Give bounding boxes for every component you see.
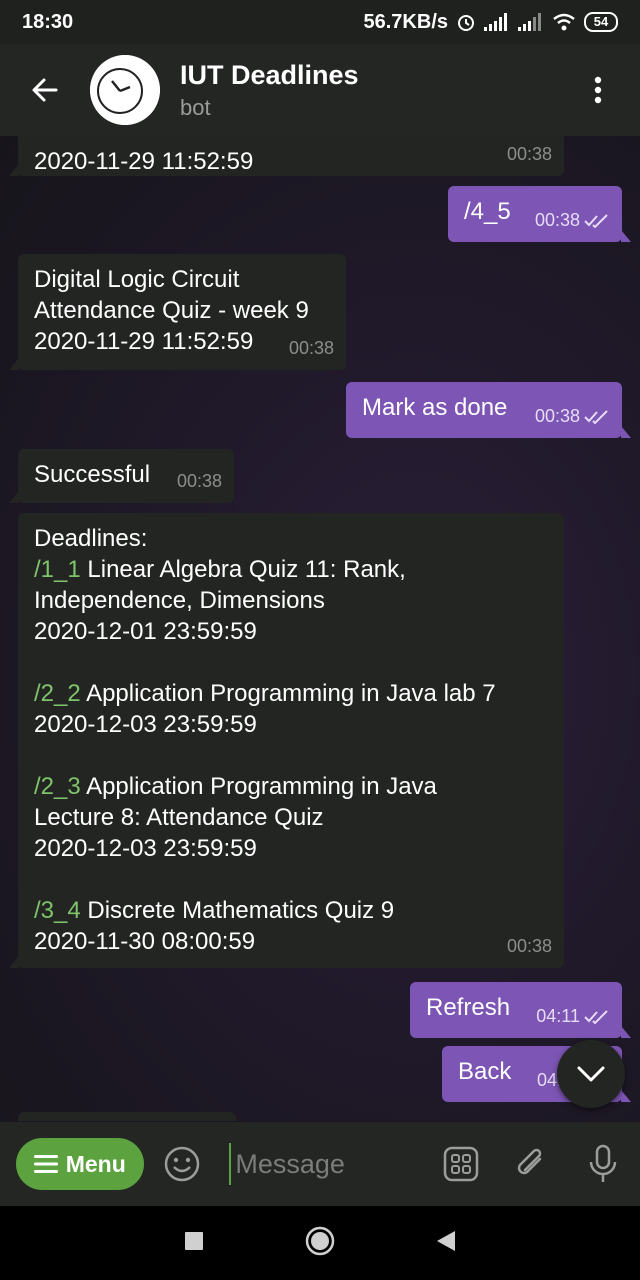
command-link[interactable]: /2_3: [34, 773, 81, 800]
deadline-title-cont: Independence, Dimensions: [34, 587, 325, 614]
signal-icon-2: [518, 13, 541, 31]
deadline-date: 2020-12-01 23:59:59: [34, 618, 257, 645]
deadline-item: /2_3 Application Programming in Java: [34, 773, 437, 800]
message-input[interactable]: [229, 1143, 433, 1185]
back-button[interactable]: [0, 44, 90, 136]
message-outgoing[interactable]: Refresh 04:11: [410, 982, 631, 1038]
deadline-date: 2020-12-03 23:59:59: [34, 711, 257, 738]
square-icon: [185, 1231, 203, 1250]
deadline-item: /1_1 Linear Algebra Quiz 11: Rank,: [34, 556, 406, 583]
deadlines-header: Deadlines:: [34, 525, 148, 552]
message-time: 04:11: [536, 1001, 610, 1032]
chat-header: IUT Deadlines bot: [0, 44, 640, 136]
double-check-icon: [584, 409, 608, 424]
message-incoming[interactable]: Digital Logic Circuit Attendance Quiz - …: [9, 254, 346, 370]
status-bar: 18:30 56.7KB/s 54: [0, 0, 640, 44]
alarm-icon: [458, 15, 474, 31]
message-time: 00:38: [535, 401, 610, 432]
deadline-title-cont: Lecture 8: Attendance Quiz: [34, 804, 324, 831]
voice-message-button[interactable]: [582, 1142, 624, 1186]
more-options-button[interactable]: [568, 60, 628, 120]
bot-avatar[interactable]: [90, 55, 160, 125]
chat-subtitle: bot: [180, 94, 211, 120]
menu-label: Menu: [65, 1150, 126, 1177]
deadline-item: /3_4 Discrete Mathematics Quiz 9: [34, 897, 395, 924]
chat-titles[interactable]: IUT Deadlines bot: [180, 60, 359, 121]
status-icons: 56.7KB/s 54: [363, 10, 618, 34]
signal-icon: [484, 13, 507, 31]
message-text-line: 2020-11-29 11:52:59: [34, 328, 254, 355]
microphone-icon: [589, 1144, 617, 1182]
message-outgoing[interactable]: Mark as done 00:38: [346, 382, 631, 438]
system-nav-bar: [0, 1206, 640, 1280]
message-input-bar: Menu: [0, 1122, 640, 1206]
message-incoming[interactable]: 2020-11-29 11:52:59 00:38: [9, 136, 564, 176]
message-incoming[interactable]: Successful 00:38: [9, 449, 234, 503]
double-check-icon: [584, 213, 608, 228]
message-outgoing[interactable]: /4_5 00:38: [448, 186, 631, 242]
emoji-button[interactable]: [162, 1142, 204, 1186]
command-link[interactable]: /3_4: [34, 897, 81, 924]
arrow-left-icon: [32, 78, 58, 102]
message-text: 2020-11-29 11:52:59: [34, 148, 254, 175]
smiley-icon: [165, 1146, 200, 1182]
network-speed: 56.7KB/s: [363, 10, 449, 33]
message-deadlines[interactable]: Deadlines: /1_1 Linear Algebra Quiz 11: …: [9, 513, 564, 968]
command-link[interactable]: /1_1: [34, 556, 81, 583]
double-check-icon: [584, 1009, 608, 1024]
deadline-date: 2020-11-30 08:00:59: [34, 928, 256, 955]
message-time: 00:38: [535, 205, 610, 236]
battery-indicator: 54: [584, 12, 618, 32]
message-time: 00:38: [506, 936, 552, 956]
bot-menu-button[interactable]: Menu: [16, 1138, 144, 1190]
message-text-line: Attendance Quiz - week 9: [34, 297, 309, 324]
paperclip-icon: [517, 1148, 542, 1175]
message-text-line: Digital Logic Circuit: [34, 266, 240, 293]
clock-logo-icon: [90, 55, 160, 125]
more-vertical-icon: [594, 76, 602, 104]
deadline-date: 2020-12-03 23:59:59: [34, 835, 257, 862]
grid-icon: [444, 1146, 479, 1182]
command-link[interactable]: /2_2: [34, 680, 81, 707]
message-time: 00:38: [506, 144, 552, 164]
recents-button[interactable]: [184, 1231, 204, 1256]
home-button[interactable]: [304, 1225, 336, 1262]
scroll-to-bottom-button[interactable]: [557, 1040, 625, 1108]
system-back-button[interactable]: [436, 1230, 456, 1257]
circle-icon: [305, 1226, 335, 1255]
message-time: 00:38: [288, 338, 334, 358]
message-time: 00:38: [176, 471, 222, 491]
chevron-down-icon: [577, 1066, 605, 1082]
menu-icon: [33, 1155, 58, 1173]
attach-button[interactable]: [510, 1142, 552, 1186]
status-time: 18:30: [22, 10, 74, 33]
wifi-icon: [553, 13, 575, 31]
triangle-left-icon: [437, 1230, 455, 1251]
deadline-item: /2_2 Application Programming in Java lab…: [34, 680, 496, 707]
chat-title: IUT Deadlines: [180, 59, 359, 90]
bot-commands-button[interactable]: [440, 1142, 482, 1186]
message-incoming-partial[interactable]: [18, 1112, 236, 1121]
chat-area[interactable]: 2020-11-29 11:52:59 00:38 /4_5 00:38 Dig…: [0, 136, 640, 1121]
